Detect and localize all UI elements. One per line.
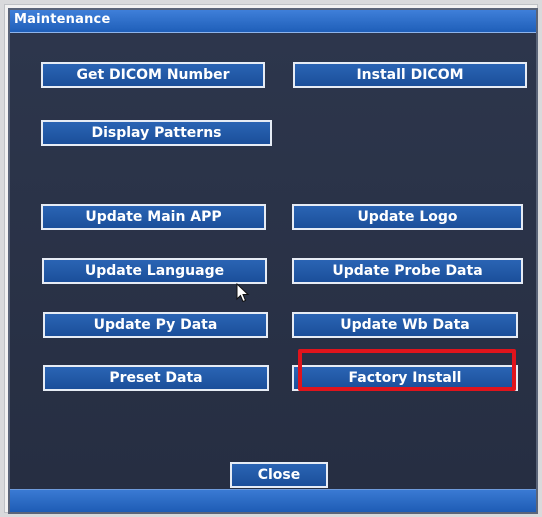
install-dicom-button[interactable]: Install DICOM (293, 62, 527, 88)
dialog-title: Maintenance (14, 12, 111, 27)
get-dicom-number-label: Get DICOM Number (76, 67, 230, 83)
update-language-button[interactable]: Update Language (42, 258, 267, 284)
status-bar (10, 489, 536, 512)
get-dicom-number-button[interactable]: Get DICOM Number (41, 62, 265, 88)
update-logo-button[interactable]: Update Logo (292, 204, 523, 230)
preset-data-button[interactable]: Preset Data (43, 365, 269, 391)
display-patterns-label: Display Patterns (91, 125, 222, 141)
update-py-data-label: Update Py Data (93, 317, 218, 333)
update-probe-data-button[interactable]: Update Probe Data (292, 258, 523, 284)
close-label: Close (257, 467, 301, 483)
mouse-pointer-icon (236, 283, 250, 303)
factory-install-button[interactable]: Factory Install (292, 365, 518, 391)
update-language-label: Update Language (84, 263, 225, 279)
update-main-app-button[interactable]: Update Main APP (41, 204, 266, 230)
update-py-data-button[interactable]: Update Py Data (43, 312, 268, 338)
update-probe-data-label: Update Probe Data (332, 263, 483, 279)
close-button[interactable]: Close (230, 462, 328, 488)
maintenance-dialog: Maintenance Get DICOM Number Install DIC… (8, 8, 538, 514)
preset-data-label: Preset Data (109, 370, 203, 386)
factory-install-label: Factory Install (348, 370, 462, 386)
display-patterns-button[interactable]: Display Patterns (41, 120, 272, 146)
update-wb-data-button[interactable]: Update Wb Data (292, 312, 518, 338)
title-bar: Maintenance (10, 10, 536, 33)
update-wb-data-label: Update Wb Data (340, 317, 470, 333)
update-main-app-label: Update Main APP (85, 209, 222, 225)
update-logo-label: Update Logo (357, 209, 458, 225)
install-dicom-label: Install DICOM (356, 67, 464, 83)
